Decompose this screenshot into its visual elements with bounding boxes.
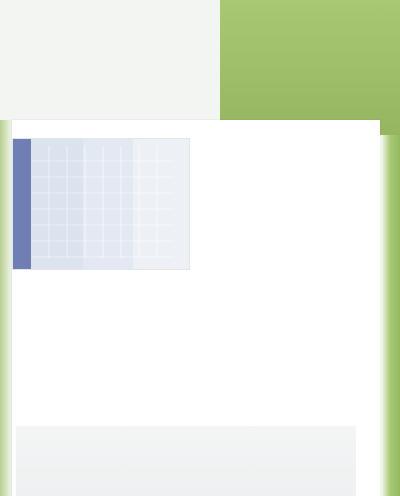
side-panel — [220, 0, 400, 135]
content-text-line-1 — [24, 300, 190, 312]
footer-area — [16, 426, 356, 496]
page-title — [22, 34, 182, 48]
thumbnail-grid — [32, 146, 174, 258]
header-area — [0, 0, 220, 120]
footer-text-line-2 — [26, 462, 331, 474]
page-subtitle — [22, 58, 172, 70]
content-text-line-3 — [24, 392, 174, 404]
content-text-line-2 — [24, 348, 190, 360]
app-window — [0, 0, 400, 496]
footer-text-line-1 — [26, 438, 256, 450]
